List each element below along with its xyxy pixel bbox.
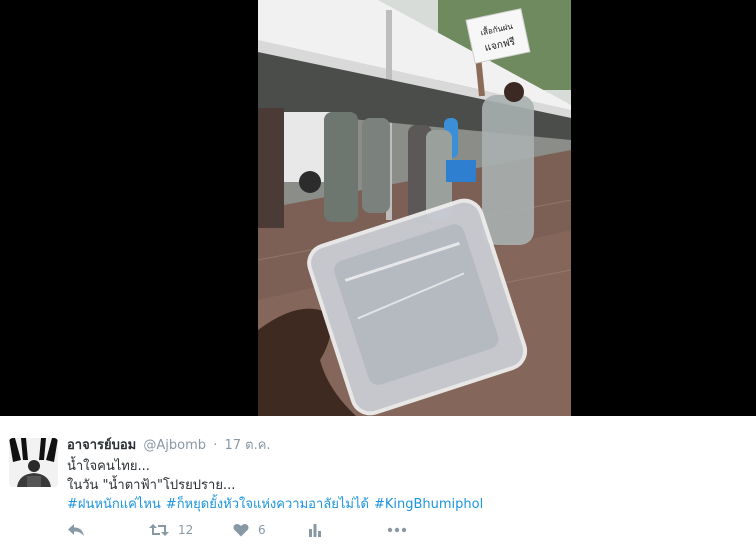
separator-dot: ·: [213, 438, 218, 453]
media-viewer: เสื้อกันฝน แจกฟรี: [0, 0, 756, 416]
retweet-count: 12: [178, 523, 194, 537]
timestamp[interactable]: 17 ต.ค.: [224, 438, 270, 453]
like-button[interactable]: 6: [233, 520, 266, 540]
tweet-text: น้ำใจคนไทย... ในวัน "น้ำตาฟ้า"โปรยปราย..…: [67, 457, 488, 514]
heart-icon: [233, 523, 249, 537]
tweet: อาจารย์บอม @Ajbomb · 17 ต.ค. น้ำใจคนไทย.…: [0, 416, 756, 555]
tweet-actions: 12 6: [67, 520, 467, 540]
tweet-text-line: น้ำใจคนไทย...: [67, 459, 150, 474]
more-dots-icon: [387, 527, 407, 533]
hashtag-link[interactable]: #KingBhumiphol: [374, 497, 483, 512]
retweet-icon: [149, 524, 169, 536]
hashtag-link[interactable]: #ก็หยุดยั้งหัวใจแห่งความอาลัยไม่ได้: [166, 497, 369, 512]
tweet-text-line: ในวัน "น้ำตาฟ้า"โปรยปราย...: [67, 478, 236, 493]
retweet-button[interactable]: 12: [149, 520, 193, 540]
hashtag-link[interactable]: #ฝนหนักแค่ไหน: [67, 497, 161, 512]
reply-button[interactable]: [67, 520, 85, 540]
analytics-button[interactable]: [308, 520, 322, 540]
user-handle[interactable]: @Ajbomb: [143, 438, 206, 453]
reply-icon: [68, 524, 84, 536]
more-button[interactable]: [387, 520, 407, 540]
avatar[interactable]: [9, 438, 58, 487]
photo-scene: เสื้อกันฝน แจกฟรี: [258, 0, 571, 416]
hashtag-line: #ฝนหนักแค่ไหน #ก็หยุดยั้งหัวใจแห่งความอาล…: [67, 495, 488, 514]
analytics-icon: [309, 524, 321, 537]
display-name[interactable]: อาจารย์บอม: [67, 438, 136, 453]
avatar-image: [9, 438, 58, 487]
tweet-photo[interactable]: เสื้อกันฝน แจกฟรี: [258, 0, 571, 416]
tweet-header: อาจารย์บอม @Ajbomb · 17 ต.ค.: [67, 437, 271, 454]
like-count: 6: [258, 523, 266, 537]
